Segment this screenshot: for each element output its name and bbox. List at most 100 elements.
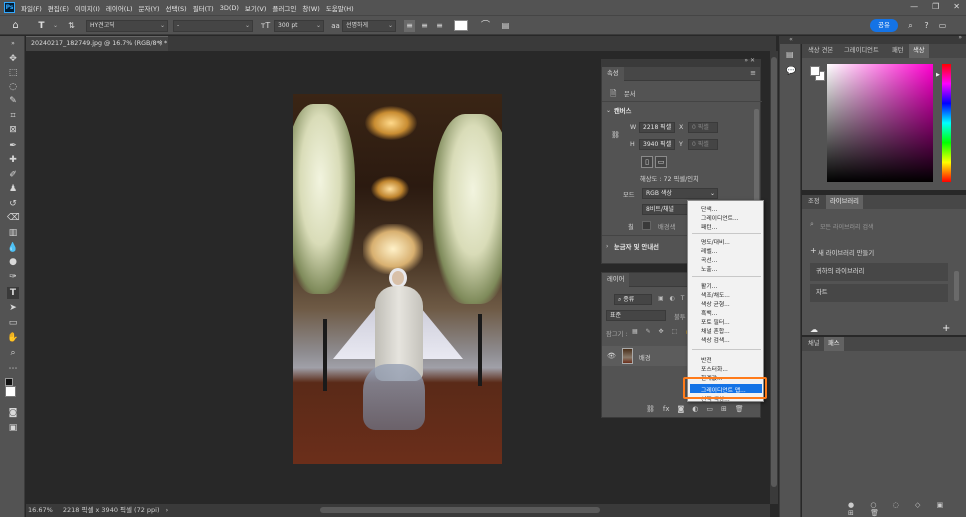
new-layer-icon[interactable]: ⊞ [721,405,727,413]
clone-stamp-tool-icon[interactable]: ♟ [7,183,19,195]
minimize-icon[interactable]: — [910,2,918,11]
menu-layer[interactable]: 레이어(L) [106,3,133,13]
blur-tool-icon[interactable]: 💧 [7,242,19,254]
plus-icon[interactable]: + [810,246,817,255]
font-size-select[interactable]: 300 pt ⌄ [274,20,324,32]
y-input[interactable]: 0 픽셀 [688,139,718,150]
delete-layer-icon[interactable]: 🗑 [735,405,744,413]
antialias-select[interactable]: 선명하게 ⌄ [342,20,396,32]
library-scrollbar[interactable] [954,271,959,301]
collapse-panel-icon[interactable]: » [958,34,962,41]
width-input[interactable]: 2218 픽셀 [639,122,675,133]
eye-icon[interactable]: 👁 [607,352,616,360]
default-colors-icon[interactable] [5,378,13,386]
move-tool-icon[interactable]: ✥ [7,53,19,65]
more-tools-icon[interactable]: ⋯ [7,363,19,375]
healing-brush-tool-icon[interactable]: ✚ [7,154,19,166]
chevron-right-icon[interactable]: › [166,506,169,514]
restore-icon[interactable]: ❐ [932,2,939,11]
link-layers-icon[interactable]: ⛓ [646,405,655,413]
eyedropper-tool-icon[interactable]: ✒ [7,140,19,152]
toolbar-collapse-icon[interactable]: » [7,38,19,50]
menu-item-brightness-contrast[interactable]: 명도/대비... [701,237,730,246]
screen-mode-icon[interactable]: ▣ [7,422,19,434]
collapse-panel-icon[interactable]: « [780,36,802,44]
properties-scrollbar[interactable] [754,109,759,209]
collapse-panel-icon[interactable]: » ✕ [744,57,755,64]
align-center-icon[interactable]: ≡ [419,20,430,32]
brush-tool-icon[interactable]: ✐ [7,169,19,181]
text-color-swatch[interactable] [454,20,468,31]
character-panel-icon[interactable]: ▤ [500,20,511,32]
chevron-right-icon[interactable]: › [606,243,608,250]
crop-tool-icon[interactable]: ⌗ [7,110,19,122]
tab-layers[interactable]: 레이어 [602,273,630,287]
menu-item-exposure[interactable]: 노출... [701,264,717,273]
menu-plugins[interactable]: 플러그인 [272,3,296,13]
horizontal-type-tool-icon[interactable]: T [7,287,19,299]
align-right-icon[interactable]: ≡ [434,20,445,32]
library-item[interactable]: 귀하의 라이브러리 [810,263,948,281]
bit-depth-select[interactable]: 8비트/채널 [642,204,688,215]
panel-menu-icon[interactable]: ≡ [750,69,756,77]
zoom-level[interactable]: 16.67% [28,506,53,514]
menu-item-photo-filter[interactable]: 포토 필터... [701,317,730,326]
lock-icons[interactable]: ▦ ✎ ✥ ⬚ 🔒 [632,328,696,335]
lasso-tool-icon[interactable]: ◌ [7,81,19,93]
mode-select[interactable]: RGB 색상 ⌄ [642,188,718,199]
tab-properties[interactable]: 속성 [602,67,624,81]
history-icon[interactable]: ▤ [786,50,794,59]
menu-view[interactable]: 보기(V) [245,3,266,13]
menu-item-black-white[interactable]: 흑백... [701,308,717,317]
marquee-tool-icon[interactable]: ⬚ [7,67,19,79]
chevron-down-icon[interactable]: ⌄ [50,20,61,32]
menu-file[interactable]: 파일(F) [21,3,42,13]
quick-select-tool-icon[interactable]: ✎ [7,95,19,107]
menu-image[interactable]: 이미지(I) [75,3,100,13]
tab-swatches[interactable]: 색상 견본 [804,44,837,58]
fill-swatch[interactable] [642,221,651,230]
path-selection-tool-icon[interactable]: ➤ [7,302,19,314]
document-image[interactable] [293,94,502,464]
horizontal-scrollbar[interactable] [320,507,600,513]
close-icon[interactable]: ✕ [953,2,960,11]
menu-item-solid-color[interactable]: 단색... [701,204,717,213]
add-mask-icon[interactable]: ◙ [678,405,685,413]
layer-name[interactable]: 배경 [639,353,651,362]
foreground-color-swatch[interactable] [810,66,820,76]
foreground-color-swatch[interactable] [5,386,16,397]
menu-help[interactable]: 도움말(H) [326,3,354,13]
menu-item-curves[interactable]: 곡선... [701,255,717,264]
gradient-tool-icon[interactable]: ▥ [7,227,19,239]
cloud-icon[interactable]: ☁ [810,325,818,334]
landscape-orientation-icon[interactable]: ▭ [655,156,667,168]
warp-text-icon[interactable]: ⌒ [480,20,491,32]
color-picker-field[interactable] [827,64,933,182]
rectangle-tool-icon[interactable]: ▭ [7,317,19,329]
tab-patterns[interactable]: 패턴 [888,44,908,58]
menu-window[interactable]: 창(W) [302,3,319,13]
help-icon[interactable]: ? [921,20,932,32]
menu-item-vibrance[interactable]: 활기... [701,281,717,290]
tab-adjustments[interactable]: 조정 [804,195,824,209]
tab-channels[interactable]: 채널 [804,337,824,351]
document-tab[interactable]: 20240217_182749.jpg @ 16.7% (RGB/8*) * ✕ [26,36,168,51]
library-search-input[interactable]: 모든 라이브러리 검색 [820,222,874,231]
type-tool-icon[interactable]: T [36,20,47,32]
eraser-tool-icon[interactable]: ⌫ [7,212,20,224]
menu-select[interactable]: 선택(S) [166,3,187,13]
library-item[interactable]: 자트 [810,284,948,302]
portrait-orientation-icon[interactable]: ▯ [641,156,653,168]
height-input[interactable]: 3940 픽셀 [639,139,675,150]
pen-tool-icon[interactable]: ✑ [7,271,19,283]
blend-mode-select[interactable]: 표준 [606,310,666,321]
tab-libraries[interactable]: 라이브러리 [826,195,863,209]
font-family-select[interactable]: HY견고딕 ⌄ [86,20,168,32]
guides-section-title[interactable]: 눈금자 및 안내선 [614,242,659,251]
tab-paths[interactable]: 패스 [824,337,844,351]
layer-filter-select[interactable]: ⌕ 종류 [614,294,652,305]
tab-gradients[interactable]: 그레이디언트 [840,44,883,58]
workspace-icon[interactable]: ▭ [937,20,948,32]
quick-mask-icon[interactable]: ◙ [7,407,19,419]
hand-tool-icon[interactable]: ✋ [7,332,19,344]
